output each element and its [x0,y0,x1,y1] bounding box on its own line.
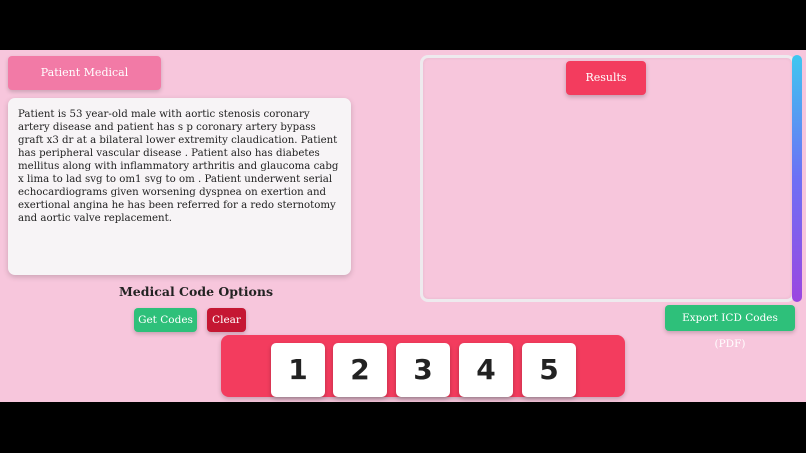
letterbox-bottom [0,402,806,453]
medical-code-options-title: Medical Code Options [118,284,274,299]
results-button[interactable]: Results [566,61,646,95]
letterbox-top [0,0,806,50]
patient-description-tab[interactable]: Patient Medical Description [8,56,161,113]
get-codes-button[interactable]: Get Codes [134,308,197,332]
number-button-2[interactable]: 2 [333,343,387,397]
app-window: Patient Medical Description Patient is 5… [0,50,806,402]
export-icd-codes-button[interactable]: Export ICD Codes (PDF) [665,305,795,350]
number-button-4[interactable]: 4 [459,343,513,397]
clear-button[interactable]: Clear [207,308,246,332]
patient-description-textarea[interactable]: Patient is 53 year-old male with aortic … [8,98,351,275]
number-button-3[interactable]: 3 [396,343,450,397]
number-button-1[interactable]: 1 [271,343,325,397]
results-scrollbar[interactable] [792,55,802,302]
number-button-5[interactable]: 5 [522,343,576,397]
